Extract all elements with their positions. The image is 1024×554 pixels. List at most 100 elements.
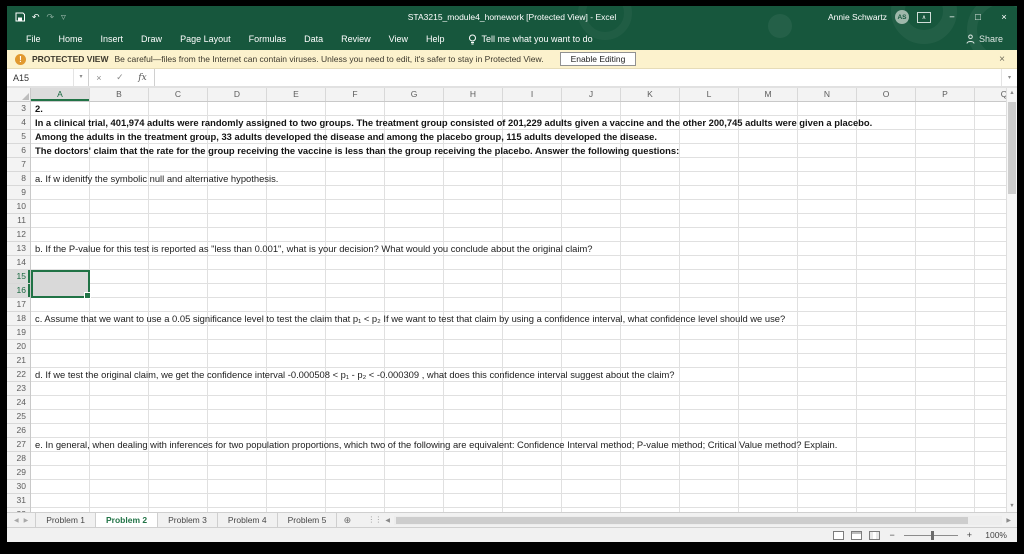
- column-header-P[interactable]: P: [916, 88, 975, 101]
- cell-A5[interactable]: Among the adults in the treatment group,…: [31, 130, 657, 144]
- zoom-slider[interactable]: [903, 530, 958, 540]
- row-header-29[interactable]: 29: [7, 466, 30, 480]
- ribbon-tab-page-layout[interactable]: Page Layout: [171, 28, 240, 50]
- normal-view-icon[interactable]: [833, 530, 845, 540]
- column-header-D[interactable]: D: [208, 88, 267, 101]
- scroll-left-icon[interactable]: ◀: [381, 517, 394, 524]
- column-header-B[interactable]: B: [90, 88, 149, 101]
- column-header-A[interactable]: A: [31, 88, 90, 101]
- ribbon-tab-insert[interactable]: Insert: [92, 28, 133, 50]
- horizontal-scroll-track[interactable]: [393, 515, 1003, 525]
- sheet-tab-problem-1[interactable]: Problem 1: [35, 513, 96, 527]
- sheet-tab-problem-4[interactable]: Problem 4: [218, 513, 278, 527]
- redo-icon[interactable]: ↷: [47, 12, 55, 23]
- row-header-15[interactable]: 15: [7, 270, 30, 284]
- share-button[interactable]: Share: [966, 34, 1003, 44]
- account-name[interactable]: Annie Schwartz: [828, 12, 887, 22]
- cells-area[interactable]: 2. In a clinical trial, 401,974 adults we…: [31, 102, 1006, 512]
- ribbon-tab-home[interactable]: Home: [50, 28, 92, 50]
- column-header-O[interactable]: O: [857, 88, 916, 101]
- horizontal-scroll-thumb[interactable]: [395, 516, 968, 524]
- row-header-32[interactable]: 32: [7, 508, 30, 512]
- ribbon-tab-data[interactable]: Data: [295, 28, 332, 50]
- ribbon-tab-file[interactable]: File: [17, 28, 50, 50]
- column-header-E[interactable]: E: [267, 88, 326, 101]
- cell-A22[interactable]: d. If we test the original claim, we get…: [31, 368, 674, 382]
- save-icon[interactable]: [15, 12, 25, 22]
- column-header-G[interactable]: G: [385, 88, 444, 101]
- column-header-K[interactable]: K: [621, 88, 680, 101]
- column-header-F[interactable]: F: [326, 88, 385, 101]
- row-header-16[interactable]: 16: [7, 284, 30, 298]
- tell-me-box[interactable]: Tell me what you want to do: [468, 34, 593, 45]
- row-header-21[interactable]: 21: [7, 354, 30, 368]
- row-header-4[interactable]: 4: [7, 116, 30, 130]
- row-header-7[interactable]: 7: [7, 158, 30, 172]
- cell-A3[interactable]: 2.: [31, 102, 43, 116]
- column-header-H[interactable]: H: [444, 88, 503, 101]
- customize-quick-access-icon[interactable]: ▽: [61, 14, 66, 21]
- column-header-C[interactable]: C: [149, 88, 208, 101]
- row-header-12[interactable]: 12: [7, 228, 30, 242]
- row-header-18[interactable]: 18: [7, 312, 30, 326]
- vertical-scrollbar[interactable]: ▲ ▼: [1006, 88, 1017, 512]
- tab-scroll-left-icon[interactable]: ◀: [14, 517, 19, 524]
- row-header-17[interactable]: 17: [7, 298, 30, 312]
- row-header-28[interactable]: 28: [7, 452, 30, 466]
- cell-A6[interactable]: The doctors' claim that the rate for the…: [31, 144, 679, 158]
- page-break-view-icon[interactable]: [869, 530, 881, 540]
- scroll-up-icon[interactable]: ▲: [1007, 88, 1017, 99]
- zoom-slider-thumb[interactable]: [930, 530, 934, 540]
- selection-box[interactable]: [31, 270, 91, 299]
- row-header-30[interactable]: 30: [7, 480, 30, 494]
- tab-scroll-right-icon[interactable]: ▶: [24, 517, 29, 524]
- cell-A4[interactable]: In a clinical trial, 401,974 adults were…: [31, 116, 872, 130]
- formula-input[interactable]: [155, 69, 1001, 86]
- cell-A27[interactable]: e. In general, when dealing with inferen…: [31, 438, 837, 452]
- row-header-14[interactable]: 14: [7, 256, 30, 270]
- row-header-13[interactable]: 13: [7, 242, 30, 256]
- name-box-dropdown-icon[interactable]: ▾: [73, 69, 88, 86]
- row-header-25[interactable]: 25: [7, 410, 30, 424]
- vertical-scroll-thumb[interactable]: [1008, 102, 1016, 194]
- ribbon-display-options-icon[interactable]: ∧: [917, 11, 931, 23]
- ribbon-tab-draw[interactable]: Draw: [132, 28, 171, 50]
- row-header-3[interactable]: 3: [7, 102, 30, 116]
- row-header-24[interactable]: 24: [7, 396, 30, 410]
- row-header-8[interactable]: 8: [7, 172, 30, 186]
- column-header-J[interactable]: J: [562, 88, 621, 101]
- ribbon-tab-view[interactable]: View: [380, 28, 417, 50]
- row-header-26[interactable]: 26: [7, 424, 30, 438]
- ribbon-tab-help[interactable]: Help: [417, 28, 454, 50]
- page-layout-view-icon[interactable]: [851, 530, 863, 540]
- zoom-out-icon[interactable]: −: [887, 530, 896, 540]
- dismiss-warning-icon[interactable]: ×: [995, 54, 1009, 65]
- zoom-level[interactable]: 100%: [981, 530, 1007, 540]
- ribbon-tab-review[interactable]: Review: [332, 28, 380, 50]
- column-header-N[interactable]: N: [798, 88, 857, 101]
- zoom-in-icon[interactable]: +: [965, 530, 974, 540]
- column-header-Q[interactable]: Q: [975, 88, 1006, 101]
- cell-A13[interactable]: b. If the P-value for this test is repor…: [31, 242, 592, 256]
- row-header-31[interactable]: 31: [7, 494, 30, 508]
- scroll-right-icon[interactable]: ▶: [1002, 517, 1015, 524]
- scroll-down-icon[interactable]: ▼: [1007, 501, 1017, 512]
- cell-A8[interactable]: a. If w idenitfy the symbolic null and a…: [31, 172, 278, 186]
- column-header-L[interactable]: L: [680, 88, 739, 101]
- row-header-22[interactable]: 22: [7, 368, 30, 382]
- new-sheet-icon[interactable]: ⊕: [337, 513, 357, 527]
- column-header-M[interactable]: M: [739, 88, 798, 101]
- row-header-19[interactable]: 19: [7, 326, 30, 340]
- row-header-20[interactable]: 20: [7, 340, 30, 354]
- row-header-10[interactable]: 10: [7, 200, 30, 214]
- sheet-tab-problem-3[interactable]: Problem 3: [158, 513, 218, 527]
- sheet-tab-problem-2[interactable]: Problem 2: [96, 513, 159, 527]
- minimize-button[interactable]: −: [939, 6, 965, 28]
- enable-editing-button[interactable]: Enable Editing: [559, 52, 637, 66]
- undo-icon[interactable]: ↶: [32, 12, 40, 23]
- tab-splitter-handle[interactable]: ⋮⋮: [367, 513, 382, 527]
- enter-icon[interactable]: ✓: [116, 72, 124, 83]
- insert-function-icon[interactable]: fx: [138, 73, 146, 83]
- maximize-button[interactable]: □: [965, 6, 991, 28]
- row-header-9[interactable]: 9: [7, 186, 30, 200]
